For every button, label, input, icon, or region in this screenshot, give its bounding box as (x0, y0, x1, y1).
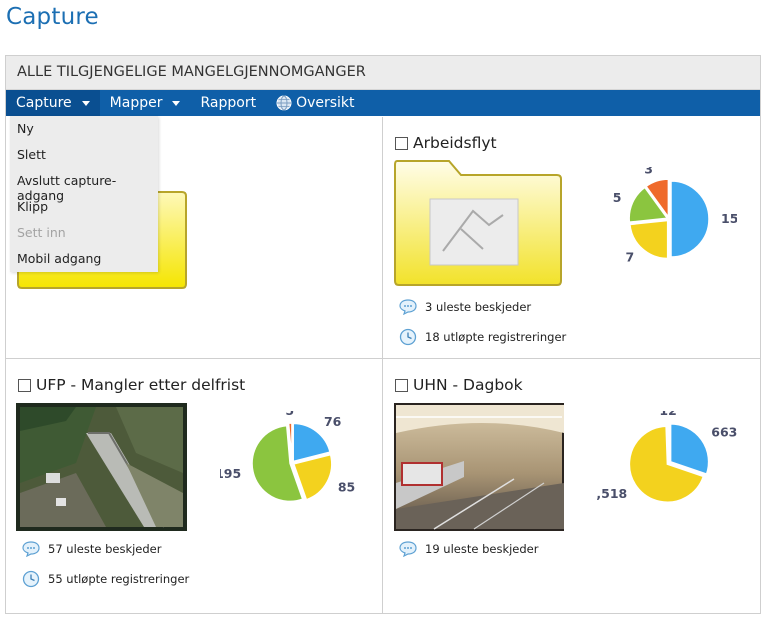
review-tile-arbeidsflyt[interactable]: Arbeidsflyt 15 7 5 3 3 uleste beskjeder … (383, 117, 760, 358)
unread-messages[interactable]: 57 uleste beskjeder (22, 541, 161, 557)
pie-label: 85 (338, 480, 355, 495)
expired-registrations-text: 55 utløpte registreringer (48, 572, 190, 586)
clock-icon (399, 328, 417, 346)
tile-title-label: Arbeidsflyt (413, 134, 497, 152)
pie-slice (670, 180, 710, 258)
chevron-down-icon (172, 100, 181, 106)
menu-mapper[interactable]: Mapper (100, 90, 191, 116)
clock-icon (22, 570, 40, 588)
tile-title-label: UHN - Dagbok (413, 376, 523, 394)
chat-bubble-icon (399, 541, 417, 557)
review-tile-ufp[interactable]: UFP - Mangler etter delfrist 76 85 195 5 (6, 359, 382, 613)
globe-icon (276, 95, 292, 111)
menu-item-slett[interactable]: Slett (10, 142, 158, 168)
pie-label: 195 (220, 466, 241, 481)
status-pie-chart: 76 85 195 5 (220, 411, 355, 503)
tile-title-ufp[interactable]: UFP - Mangler etter delfrist (18, 376, 245, 394)
unread-messages-text: 3 uleste beskjeder (425, 300, 532, 314)
menu-oversikt[interactable]: Oversikt (266, 90, 364, 116)
pie-label: 5 (613, 190, 622, 205)
pie-slice (629, 219, 669, 260)
capture-dropdown-menu: Ny Slett Avslutt capture-adgang Klipp Se… (10, 116, 158, 272)
pie-label: 3 (644, 167, 653, 177)
unread-messages-text: 57 uleste beskjeder (48, 542, 162, 556)
unread-messages[interactable]: 3 uleste beskjeder (399, 299, 531, 315)
tile-title-label: UFP - Mangler etter delfrist (36, 376, 246, 394)
menu-capture[interactable]: Capture (6, 90, 100, 116)
pie-slice (666, 422, 670, 462)
menu-rapport-label: Rapport (200, 95, 257, 111)
bridge-construction-photo (16, 403, 187, 531)
tile-title-uhn[interactable]: UHN - Dagbok (395, 376, 523, 394)
menu-item-ny[interactable]: Ny (10, 116, 158, 142)
panel-heading: ALLE TILGJENGELIGE MANGELGJENNOMGANGER (6, 56, 760, 90)
unread-messages[interactable]: 19 uleste beskjeder (399, 541, 538, 557)
chat-bubble-icon (399, 299, 417, 315)
train-tunnel-photo (394, 403, 564, 531)
menu-item-mobil-adgang[interactable]: Mobil adgang (10, 246, 158, 272)
folder-icon (394, 160, 562, 286)
chevron-down-icon (81, 100, 90, 106)
pie-label: 663 (711, 425, 737, 440)
menu-oversikt-label: Oversikt (296, 95, 355, 111)
expired-registrations[interactable]: 55 utløpte registreringer (22, 570, 189, 588)
chat-bubble-icon (22, 541, 40, 557)
menu-capture-label: Capture (16, 95, 72, 111)
pie-label: 1,518 (597, 486, 627, 501)
menu-item-sett-inn: Sett inn (17, 225, 66, 240)
menu-item-avslutt-capture-adgang[interactable]: Avslutt capture-adgang (10, 168, 158, 203)
tile-title-arbeidsflyt[interactable]: Arbeidsflyt (395, 134, 497, 152)
select-checkbox[interactable] (18, 378, 31, 392)
select-checkbox[interactable] (395, 378, 408, 392)
pie-label: 15 (721, 211, 737, 226)
pie-label: 76 (324, 414, 342, 429)
menu-mapper-label: Mapper (109, 95, 163, 111)
pie-label: 5 (285, 411, 294, 418)
menu-rapport[interactable]: Rapport (190, 90, 266, 116)
select-checkbox[interactable] (395, 136, 408, 150)
pie-label: 12 (659, 411, 676, 418)
unread-messages-text: 19 uleste beskjeder (425, 542, 539, 556)
menu-bar: Capture Mapper Rapport Oversikt (6, 90, 760, 116)
status-pie-chart: 663 1,518 12 (597, 411, 737, 503)
expired-registrations-text: 18 utløpte registreringer (425, 330, 567, 344)
expired-registrations[interactable]: 18 utløpte registreringer (399, 328, 566, 346)
app-title: Capture (6, 4, 99, 30)
status-pie-chart: 15 7 5 3 (613, 167, 737, 265)
pie-label: 7 (626, 250, 635, 265)
review-tile-uhn[interactable]: UHN - Dagbok 663 518 19 uleste beskjeder (383, 359, 760, 613)
